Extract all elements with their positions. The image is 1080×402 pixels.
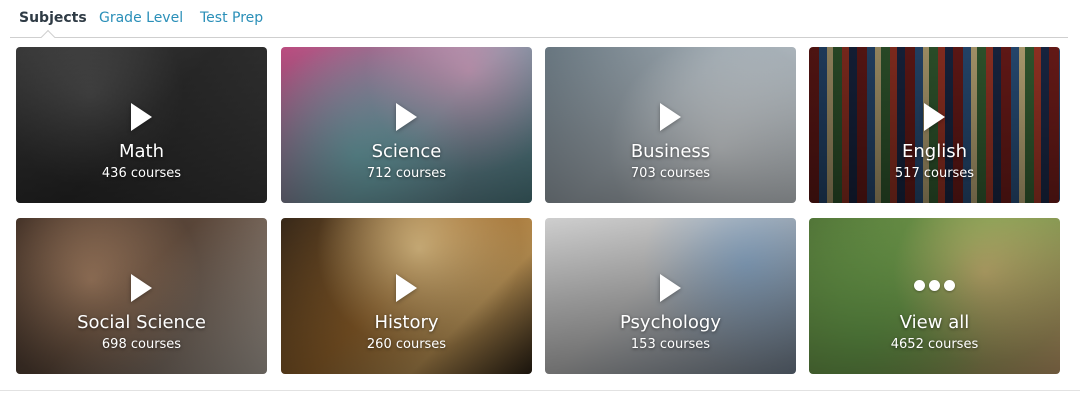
play-icon bbox=[131, 274, 152, 302]
card-course-count: 436 courses bbox=[101, 166, 182, 181]
subject-card-science[interactable]: Science 712 courses bbox=[281, 47, 532, 203]
tab-test-prep[interactable]: Test Prep bbox=[200, 9, 263, 27]
play-icon bbox=[396, 103, 417, 131]
more-dots-icon bbox=[809, 280, 1060, 291]
card-title: Business bbox=[630, 141, 711, 162]
subjects-browser: Subjects Grade Level Test Prep Math 436 … bbox=[0, 0, 1080, 402]
card-title: Social Science bbox=[77, 312, 206, 333]
card-title: Math bbox=[118, 141, 165, 162]
subject-card-psychology[interactable]: Psychology 153 courses bbox=[545, 218, 796, 374]
card-title: View all bbox=[899, 312, 970, 333]
tab-subjects[interactable]: Subjects bbox=[19, 9, 87, 27]
subject-card-history[interactable]: History 260 courses bbox=[281, 218, 532, 374]
play-icon bbox=[660, 103, 681, 131]
play-icon bbox=[924, 103, 945, 131]
card-course-count: 712 courses bbox=[366, 166, 447, 181]
card-course-count: 698 courses bbox=[101, 337, 182, 352]
subject-card-social-science[interactable]: Social Science 698 courses bbox=[16, 218, 267, 374]
card-title: English bbox=[902, 141, 967, 162]
dot-icon bbox=[929, 280, 940, 291]
card-course-count: 260 courses bbox=[366, 337, 447, 352]
card-title: Psychology bbox=[620, 312, 721, 333]
dot-icon bbox=[944, 280, 955, 291]
play-icon bbox=[660, 274, 681, 302]
subject-card-business[interactable]: Business 703 courses bbox=[545, 47, 796, 203]
tab-grade-level[interactable]: Grade Level bbox=[99, 9, 183, 27]
card-course-count: 4652 courses bbox=[890, 337, 979, 352]
dot-icon bbox=[914, 280, 925, 291]
card-title: Science bbox=[371, 141, 442, 162]
subject-card-math[interactable]: Math 436 courses bbox=[16, 47, 267, 203]
card-title: History bbox=[374, 312, 439, 333]
bottom-divider bbox=[0, 390, 1080, 391]
play-icon bbox=[131, 103, 152, 131]
card-course-count: 703 courses bbox=[630, 166, 711, 181]
play-icon bbox=[396, 274, 417, 302]
subject-card-english[interactable]: English 517 courses bbox=[809, 47, 1060, 203]
category-tabs: Subjects Grade Level Test Prep bbox=[10, 0, 1068, 45]
view-all-card[interactable]: View all 4652 courses bbox=[809, 218, 1060, 374]
card-course-count: 517 courses bbox=[894, 166, 975, 181]
active-tab-caret-icon bbox=[40, 29, 56, 45]
card-course-count: 153 courses bbox=[630, 337, 711, 352]
